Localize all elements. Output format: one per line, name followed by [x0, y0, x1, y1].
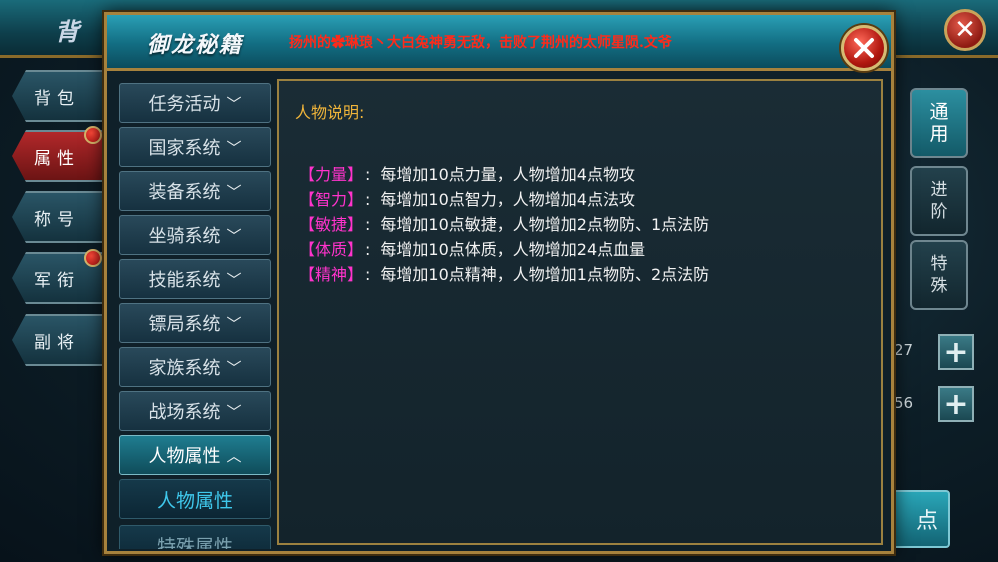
- plus-icon: +: [943, 386, 969, 422]
- stat-value: 27: [894, 341, 914, 359]
- notification-dot: [84, 249, 102, 267]
- stat-value: 56: [894, 394, 914, 412]
- menu-item-quest-activities[interactable]: 任务活动 ﹀: [119, 83, 271, 123]
- chevron-down-icon: ﹀: [226, 402, 242, 421]
- chevron-down-icon: ﹀: [226, 94, 242, 113]
- menu-item-equipment-system[interactable]: 装备系统 ﹀: [119, 171, 271, 211]
- chevron-down-icon: ﹀: [226, 358, 242, 377]
- chevron-down-icon: ﹀: [226, 270, 242, 289]
- modal-title: 御龙秘籍: [147, 32, 244, 58]
- chevron-down-icon: ﹀: [226, 138, 242, 157]
- menu-item-family-system[interactable]: 家族系统 ﹀: [119, 347, 271, 387]
- modal-header: 御龙秘籍 扬州的✿琳琅丶大白兔神勇无敌，击败了荆州的太师星陨.文爷: [107, 15, 891, 71]
- right-tab-special[interactable]: 特殊: [910, 240, 968, 310]
- menu-item-skill-system[interactable]: 技能系统 ﹀: [119, 259, 271, 299]
- right-tab-general[interactable]: 通用: [910, 88, 968, 158]
- attribute-row-constitution: 【体质】: 每增加10点体质，人物增加24点血量: [299, 240, 646, 259]
- side-tab-bag[interactable]: 背包: [12, 70, 104, 122]
- close-icon: ✕: [954, 15, 976, 45]
- side-tab-lieutenant[interactable]: 副将: [12, 314, 104, 366]
- menu-item-mount-system[interactable]: 坐骑系统 ﹀: [119, 215, 271, 255]
- menu-item-battlefield-system[interactable]: 战场系统 ﹀: [119, 391, 271, 431]
- close-icon: [854, 38, 874, 58]
- chevron-up-icon: ︿: [226, 446, 242, 465]
- plus-icon: +: [943, 334, 969, 370]
- right-tab-advanced[interactable]: 进阶: [910, 166, 968, 236]
- description-panel: 人物说明: 【力量】: 每增加10点力量，人物增加4点物攻 【智力】: 每增加10点…: [277, 79, 883, 545]
- guide-modal: 御龙秘籍 扬州的✿琳琅丶大白兔神勇无敌，击败了荆州的太师星陨.文爷 任务活动 ﹀…: [104, 12, 894, 554]
- description-heading: 人物说明:: [295, 103, 365, 122]
- category-menu: 任务活动 ﹀ 国家系统 ﹀ 装备系统 ﹀ 坐骑系统 ﹀ 技能系统 ﹀ 镖局系统 …: [119, 79, 271, 549]
- chevron-down-icon: ﹀: [226, 314, 242, 333]
- confirm-points-button[interactable]: 点: [890, 490, 950, 548]
- background-close-button[interactable]: ✕: [944, 9, 986, 51]
- add-point-button[interactable]: +: [938, 334, 974, 370]
- notification-dot: [84, 126, 102, 144]
- menu-item-escort-system[interactable]: 镖局系统 ﹀: [119, 303, 271, 343]
- menu-item-character-attributes[interactable]: 人物属性 ︿: [119, 435, 271, 475]
- menu-item-nation-system[interactable]: 国家系统 ﹀: [119, 127, 271, 167]
- attribute-row-agility: 【敏捷】: 每增加10点敏捷，人物增加2点物防、1点法防: [299, 215, 710, 234]
- side-tab-titles[interactable]: 称号: [12, 191, 104, 243]
- attribute-row-intelligence: 【智力】: 每增加10点智力，人物增加4点法攻: [299, 190, 635, 209]
- chevron-down-icon: ﹀: [226, 226, 242, 245]
- add-point-button[interactable]: +: [938, 386, 974, 422]
- chevron-down-icon: ﹀: [226, 182, 242, 201]
- attribute-row-spirit: 【精神】: 每增加10点精神，人物增加1点物防、2点法防: [299, 265, 710, 284]
- system-broadcast: 扬州的✿琳琅丶大白兔神勇无敌，击败了荆州的太师星陨.文爷: [289, 35, 672, 51]
- modal-close-button[interactable]: [841, 25, 887, 71]
- submenu-item-character-attributes[interactable]: 人物属性: [119, 479, 271, 519]
- submenu-item-special-attributes[interactable]: 特殊属性: [119, 525, 271, 549]
- attribute-row-strength: 【力量】: 每增加10点力量，人物增加4点物攻: [299, 165, 635, 184]
